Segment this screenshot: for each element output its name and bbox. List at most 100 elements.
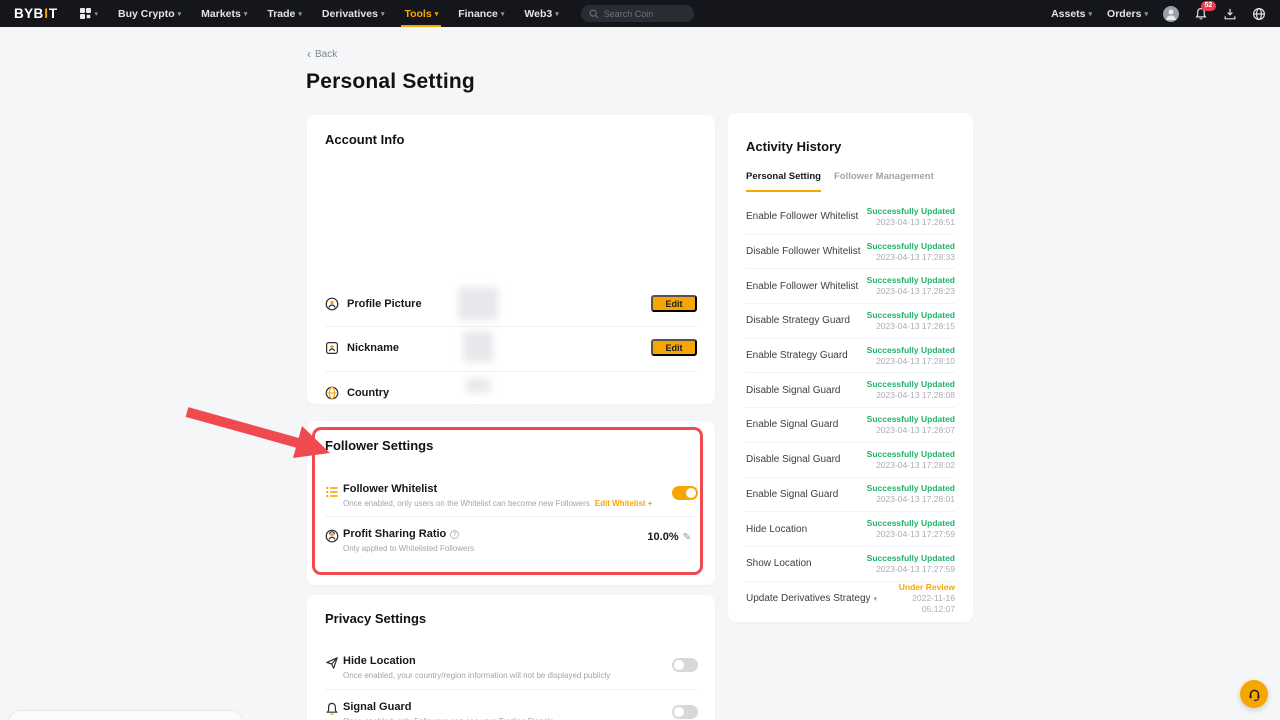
activity-row: Enable Signal Guard Successfully Updated… [746,478,955,513]
edit-profile-picture-button[interactable]: Edit [651,295,697,312]
activity-history-list: Enable Follower Whitelist Successfully U… [746,200,955,616]
caret-down-icon: ▾ [244,11,248,18]
follower-whitelist-desc: Once enabled, only users on the Whitelis… [343,499,652,508]
status-badge: Successfully Updated [867,553,955,564]
back-label: Back [315,49,337,60]
activity-action: Show Location [746,558,812,569]
signal-guard-label: Signal Guard [343,701,411,713]
status-badge: Successfully Updated [867,345,955,356]
bybit-logo[interactable]: BYBIT [14,6,58,21]
privacy-settings-title: Privacy Settings [325,611,426,626]
apps-menu-button[interactable]: ▾ [80,8,99,19]
activity-row: Update Derivatives Strategy▾ Under Revie… [746,582,955,617]
caret-down-icon: ▾ [555,11,559,18]
profit-sharing-ratio-icon [325,529,339,543]
status-badge: Successfully Updated [867,483,955,494]
back-button[interactable]: ‹ Back [307,49,337,60]
activity-action: Disable Signal Guard [746,454,841,465]
hide-location-toggle[interactable] [672,658,698,672]
follower-whitelist-label: Follower Whitelist [343,483,437,495]
nav-item-trade[interactable]: Trade▾ [267,0,302,27]
bottom-left-widget-partial [8,710,243,720]
activity-action-expandable[interactable]: Update Derivatives Strategy▾ [746,593,877,604]
signal-guard-toggle[interactable] [672,705,698,719]
caret-down-icon: ▾ [501,11,505,18]
nav-item-buy-crypto[interactable]: Buy Crypto▾ [118,0,181,27]
edit-nickname-button[interactable]: Edit [651,339,697,356]
apps-grid-icon [80,8,91,19]
profit-sharing-ratio-label: Profit Sharing Ratio? [343,528,459,540]
search-icon [589,9,599,19]
activity-action: Enable Strategy Guard [746,350,848,361]
activity-row: Disable Follower Whitelist Successfully … [746,235,955,270]
row-divider [325,371,697,372]
row-divider [325,416,697,417]
nickname-label: Nickname [347,342,399,354]
person-icon [1163,6,1179,22]
status-badge: Successfully Updated [867,379,955,390]
row-divider [325,516,697,517]
caret-down-icon: ▾ [178,11,182,18]
timestamp: 2023-04-13 17:27:59 [867,564,955,575]
nav-item-tools[interactable]: Tools▾ [404,0,438,27]
activity-row: Enable Follower Whitelist Successfully U… [746,269,955,304]
timestamp: 2023-04-13 17:28:15 [867,321,955,332]
activity-row: Enable Follower Whitelist Successfully U… [746,200,955,235]
info-icon[interactable]: ? [450,530,459,539]
nickname-icon [325,341,339,355]
headset-icon [1247,687,1262,702]
edit-ratio-pencil-icon[interactable]: ✎ [683,532,691,543]
hide-location-icon [325,656,339,670]
activity-row: Disable Signal Guard Successfully Update… [746,373,955,408]
nickname-value-blurred [463,331,493,362]
search-input[interactable]: Search Coin [581,5,694,22]
globe-icon [1252,7,1266,21]
nav-item-orders[interactable]: Orders▾ [1107,0,1148,27]
timestamp: 2022-11-16 05:12:07 [877,593,955,615]
activity-history-title: Activity History [746,139,841,154]
notifications-button[interactable]: 52 [1194,7,1208,21]
tab-personal-setting[interactable]: Personal Setting [746,171,821,192]
notification-badge: 52 [1201,1,1216,11]
profit-sharing-ratio-value: 10.0% ✎ [647,531,691,543]
row-divider [325,689,697,690]
country-icon [325,386,339,400]
caret-down-icon: ▾ [381,11,385,18]
follower-whitelist-toggle[interactable] [672,486,698,500]
activity-action: Hide Location [746,524,807,535]
status-badge: Successfully Updated [867,275,955,286]
follower-settings-card: Follower Settings Follower Whitelist Onc… [307,421,715,585]
account-info-title: Account Info [325,132,404,147]
nav-item-derivatives[interactable]: Derivatives▾ [322,0,385,27]
profit-sharing-ratio-desc: Only applied to Whitelisted Followers [343,544,474,553]
caret-down-icon: ▾ [435,11,439,18]
nav-item-assets[interactable]: Assets▾ [1051,0,1092,27]
page-title: Personal Setting [306,70,475,94]
nav-item-finance[interactable]: Finance▾ [458,0,504,27]
timestamp: 2023-04-13 17:27:59 [867,529,955,540]
follower-whitelist-icon [325,485,339,499]
status-badge: Successfully Updated [867,310,955,321]
language-button[interactable] [1252,7,1266,21]
nav-item-web3[interactable]: Web3▾ [524,0,558,27]
chevron-left-icon: ‹ [307,48,311,60]
logo-text: T [49,6,58,21]
hide-location-desc: Once enabled, your country/region inform… [343,671,610,680]
nav-item-markets[interactable]: Markets▾ [201,0,247,27]
timestamp: 2023-04-13 17:28:51 [867,217,955,228]
user-avatar[interactable] [1163,6,1179,22]
download-app-button[interactable] [1223,7,1237,21]
activity-row: Enable Signal Guard Successfully Updated… [746,408,955,443]
edit-whitelist-link[interactable]: Edit Whitelist + [595,499,653,508]
status-badge: Successfully Updated [867,414,955,425]
tab-follower-management[interactable]: Follower Management [834,171,934,182]
activity-row: Disable Strategy Guard Successfully Upda… [746,304,955,339]
caret-down-icon: ▾ [95,10,99,18]
timestamp: 2023-04-13 17:28:07 [867,425,955,436]
activity-action: Disable Follower Whitelist [746,246,860,257]
country-value-blurred [466,378,490,393]
privacy-settings-card: Privacy Settings Hide Location Once enab… [307,595,715,720]
profile-picture-value-blurred [458,287,498,320]
support-chat-button[interactable] [1240,680,1268,708]
logo-text: BYB [14,6,44,21]
